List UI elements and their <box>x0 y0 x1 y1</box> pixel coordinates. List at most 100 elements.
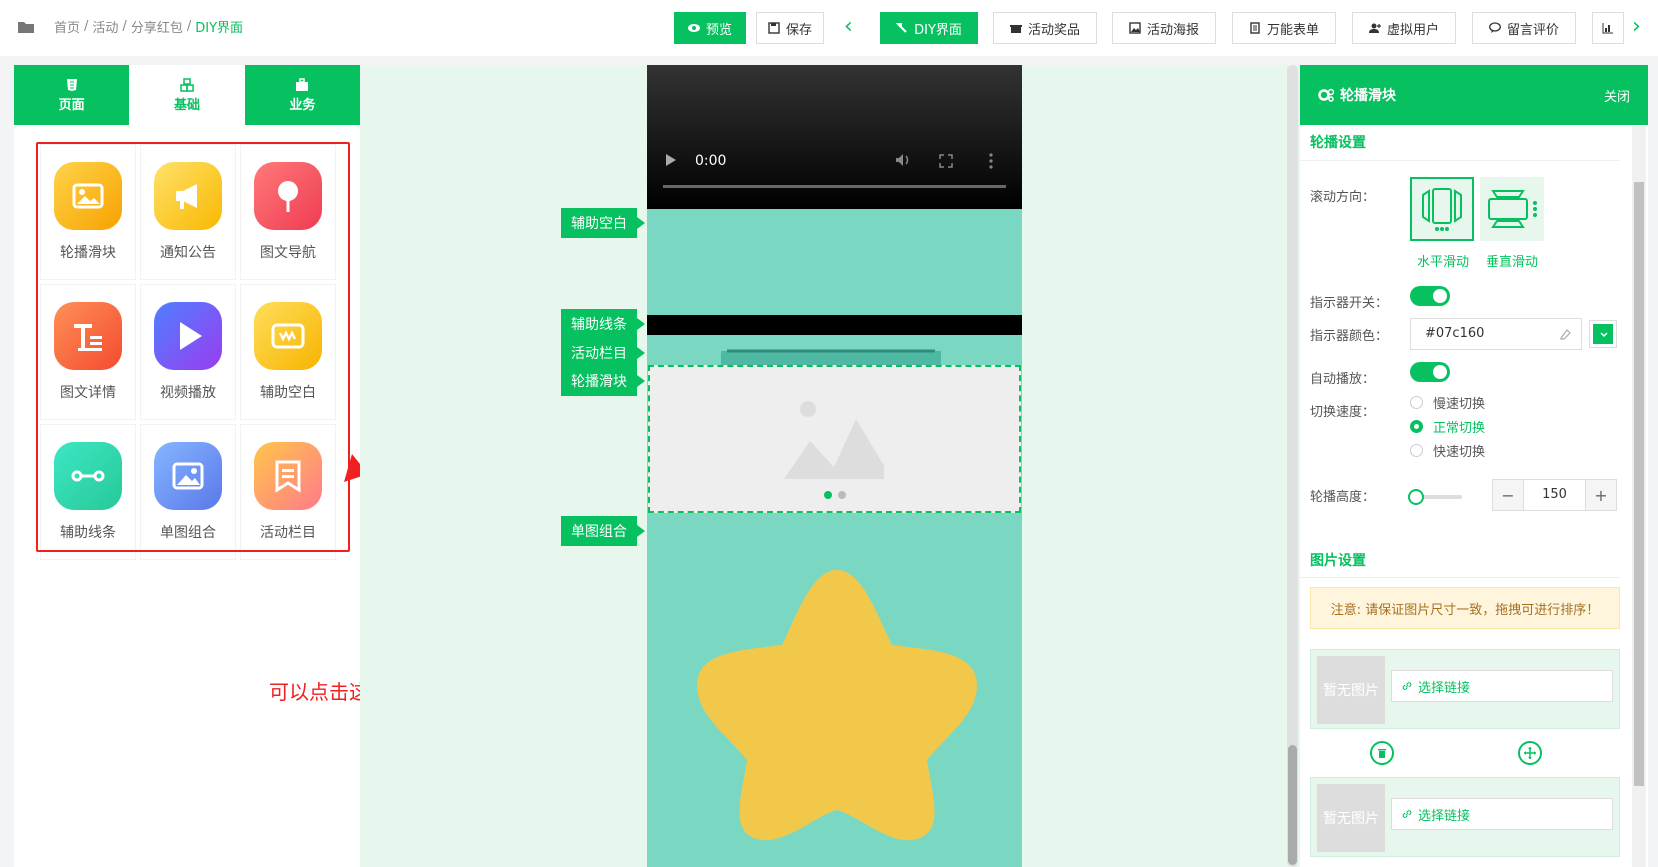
virtual-user-button[interactable]: 虚拟用户 <box>1352 12 1456 44</box>
top-bar: 首页 / 活动 / 分享红包 / DIY界面 预览 保存 ‹ DIY界面 活动奖品 活… <box>0 0 1658 56</box>
autoplay-toggle[interactable] <box>1410 362 1450 382</box>
settings-title: 轮播滑块 <box>1340 88 1396 104</box>
preview-button[interactable]: 预览 <box>674 12 746 44</box>
tag-activity-column[interactable]: 活动栏目 <box>561 338 645 368</box>
height-label: 轮播高度： <box>1310 490 1376 505</box>
divider-line[interactable] <box>647 315 1022 335</box>
close-button[interactable]: 关闭 <box>1604 86 1630 105</box>
indicator-color-label: 指示器颜色： <box>1310 329 1389 344</box>
form-button[interactable]: 万能表单 <box>1232 12 1336 44</box>
add-user-icon <box>1368 23 1381 33</box>
carousel-indicator <box>824 491 846 499</box>
tag-blank-space[interactable]: 辅助空白 <box>561 208 645 238</box>
component-tabs: 页面 基础 业务 <box>14 65 360 125</box>
select-link-input[interactable]: 选择链接 <box>1391 798 1613 830</box>
gift-icon <box>1009 25 1022 33</box>
image-thumbnail[interactable]: 暂无图片 <box>1317 656 1385 724</box>
diy-button[interactable]: DIY界面 <box>880 12 978 44</box>
chat-bubble-icon <box>1489 22 1501 33</box>
height-slider[interactable] <box>1408 489 1462 505</box>
height-decrement-button[interactable]: − <box>1493 480 1523 510</box>
horizontal-swipe-icon <box>1422 188 1462 231</box>
move-image-button[interactable] <box>1518 741 1542 765</box>
poster-button[interactable]: 活动海报 <box>1112 12 1216 44</box>
comment-button[interactable]: 留言评价 <box>1472 12 1576 44</box>
settings-panel: 轮播滑块 关闭 轮播设置 滚动方向： 水平滑动 垂直滑动 指示器开关： 指示器颜… <box>1300 65 1648 867</box>
indicator-switch-label: 指示器开关： <box>1310 296 1389 311</box>
trash-icon <box>1378 748 1386 758</box>
folder-icon <box>18 21 34 33</box>
prize-button[interactable]: 活动奖品 <box>993 12 1097 44</box>
image-item[interactable]: 暂无图片 选择链接 <box>1310 777 1620 857</box>
scroll-right-arrow-icon[interactable]: › <box>1632 16 1650 40</box>
chart-button[interactable] <box>1592 12 1624 44</box>
vertical-swipe-icon <box>1488 190 1537 228</box>
section-divider <box>1300 577 1620 578</box>
bar-chart-icon <box>1602 23 1613 34</box>
play-icon[interactable] <box>665 153 677 167</box>
autoplay-label: 自动播放： <box>1310 372 1376 387</box>
more-vertical-icon[interactable] <box>989 153 993 169</box>
settings-scrollbar[interactable] <box>1632 126 1646 867</box>
briefcase-icon <box>296 77 309 91</box>
breadcrumb-item-home[interactable]: 首页 <box>54 17 80 36</box>
indicator-color-input[interactable]: #07c160 <box>1410 318 1582 350</box>
link-icon <box>1402 810 1412 818</box>
phone-preview: 0:00 商家地址 <box>647 65 1022 867</box>
settings-header: 轮播滑块 关闭 <box>1300 65 1648 125</box>
move-icon <box>1524 747 1536 759</box>
fullscreen-icon[interactable] <box>939 154 953 168</box>
delete-image-button[interactable] <box>1370 741 1394 765</box>
speed-label: 切换速度： <box>1310 405 1376 420</box>
scroll-left-arrow-icon[interactable]: ‹ <box>844 16 862 40</box>
indicator-toggle[interactable] <box>1410 286 1450 306</box>
carousel-section-title: 轮播设置 <box>1310 135 1366 151</box>
video-progress-bar[interactable] <box>663 185 1006 188</box>
tag-carousel[interactable]: 轮播滑块 <box>561 366 645 396</box>
save-button[interactable]: 保存 <box>756 12 824 44</box>
settings-scrollbar-thumb[interactable] <box>1634 182 1644 786</box>
section-divider <box>1300 160 1620 161</box>
gears-icon <box>1318 88 1334 102</box>
notice-banner: 注意: 请保证图片尺寸一致，拖拽可进行排序！ <box>1310 587 1620 629</box>
cubes-icon <box>180 77 194 92</box>
chevron-down-icon <box>1600 332 1608 338</box>
tab-page[interactable]: 页面 <box>14 65 130 125</box>
image-icon <box>1129 22 1141 34</box>
direction-vertical-option[interactable] <box>1480 177 1544 241</box>
speed-fast-radio[interactable]: 快速切换 <box>1410 441 1485 460</box>
image-placeholder-icon <box>784 401 884 479</box>
image-item[interactable]: 暂无图片 选择链接 <box>1310 649 1620 729</box>
image-thumbnail[interactable]: 暂无图片 <box>1317 784 1385 852</box>
video-time: 0:00 <box>695 153 727 169</box>
tab-business[interactable]: 业务 <box>244 65 360 125</box>
carousel-preview[interactable] <box>648 365 1021 513</box>
height-slider-handle[interactable] <box>1408 489 1424 505</box>
direction-horizontal-label: 水平滑动 <box>1417 255 1470 270</box>
tag-single-image[interactable]: 单图组合 <box>561 516 645 546</box>
image-section-title: 图片设置 <box>1310 553 1366 569</box>
canvas-scrollbar[interactable] <box>1287 65 1298 867</box>
direction-vertical-label: 垂直滑动 <box>1486 255 1539 270</box>
eye-icon <box>687 24 700 32</box>
speed-normal-radio[interactable]: 正常切换 <box>1410 417 1485 436</box>
floppy-icon <box>768 22 780 34</box>
eraser-icon[interactable] <box>1559 328 1571 340</box>
direction-horizontal-option[interactable] <box>1410 177 1474 241</box>
volume-icon[interactable] <box>895 153 911 167</box>
height-increment-button[interactable]: + <box>1586 480 1616 510</box>
video-player[interactable]: 0:00 <box>647 65 1022 209</box>
height-value[interactable]: 150 <box>1523 480 1586 510</box>
tag-divider-line[interactable]: 辅助线条 <box>561 309 645 339</box>
breadcrumb-current: DIY界面 <box>195 21 244 36</box>
height-stepper: − 150 + <box>1492 479 1617 511</box>
breadcrumb: 首页 / 活动 / 分享红包 / DIY界面 <box>18 17 247 36</box>
select-link-input[interactable]: 选择链接 <box>1391 670 1613 702</box>
canvas-scrollbar-thumb[interactable] <box>1288 745 1297 865</box>
speed-slow-radio[interactable]: 慢速切换 <box>1410 393 1485 412</box>
breadcrumb-item-share[interactable]: 分享红包 <box>131 17 183 36</box>
breadcrumb-item-activity[interactable]: 活动 <box>92 17 118 36</box>
color-picker-button[interactable] <box>1589 320 1617 348</box>
highlight-box <box>36 142 350 552</box>
tab-basic[interactable]: 基础 <box>129 65 245 125</box>
